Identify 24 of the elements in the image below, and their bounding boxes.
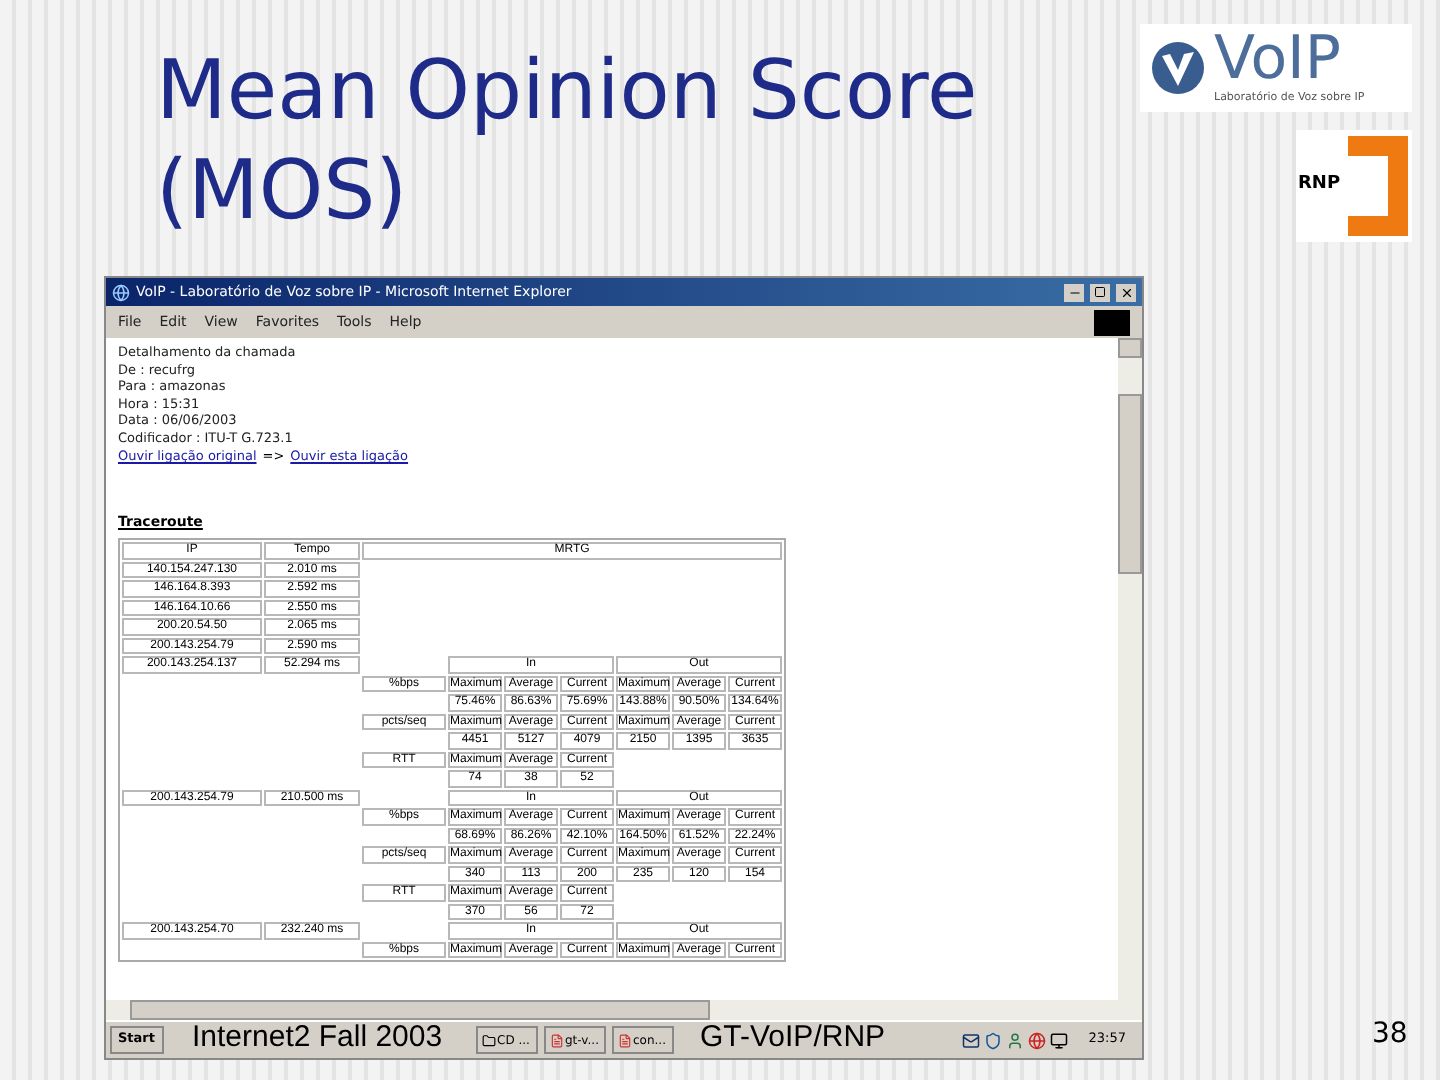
document-icon: [549, 1033, 563, 1047]
maximize-button[interactable]: [1090, 283, 1110, 301]
shield-icon[interactable]: [984, 1031, 1003, 1049]
document-icon: [617, 1033, 631, 1047]
folder-icon: [481, 1033, 495, 1047]
mail-icon[interactable]: [962, 1031, 981, 1049]
globe-icon[interactable]: [1028, 1031, 1047, 1049]
footer-text: Internet2 Fall 2003: [192, 1020, 443, 1056]
slide-title: Mean Opinion Score (MOS): [156, 40, 980, 242]
check-circle-icon: [1148, 38, 1208, 98]
scrollbar-thumb[interactable]: [130, 1000, 710, 1020]
rnp-logo-text: RNP: [1298, 172, 1341, 199]
minimize-button[interactable]: [1064, 283, 1084, 301]
page-number: 38: [1372, 1016, 1408, 1054]
close-icon: [1119, 285, 1133, 299]
throbber-icon: [1094, 309, 1130, 335]
maximize-icon: [1094, 286, 1106, 298]
scrollbar-thumb[interactable]: [1118, 394, 1142, 574]
browser-icon: [112, 283, 130, 301]
monitor-icon[interactable]: [1050, 1031, 1069, 1049]
logo-wordmark: VoIP: [1214, 29, 1341, 90]
user-icon[interactable]: [1006, 1031, 1025, 1049]
close-button[interactable]: [1116, 283, 1136, 301]
footer-text: GT-VoIP/RNP: [700, 1020, 886, 1056]
